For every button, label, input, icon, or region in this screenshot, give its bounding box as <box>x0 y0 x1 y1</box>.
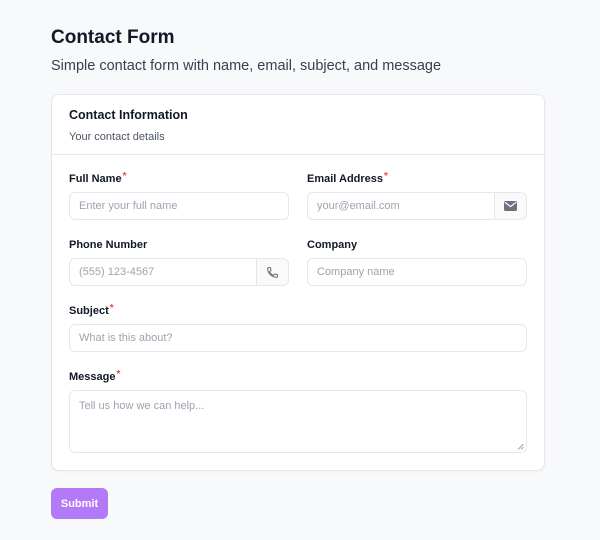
submit-button[interactable]: Submit <box>51 488 108 519</box>
required-marker: * <box>109 303 114 314</box>
phone-addon <box>256 259 288 285</box>
message-label: Message * <box>69 369 527 385</box>
company-field: Company Company name <box>307 239 527 287</box>
email-addon <box>494 193 526 219</box>
message-label-text: Message <box>69 371 116 383</box>
card-title: Contact Information <box>69 108 188 122</box>
required-marker: * <box>122 171 127 182</box>
mail-icon <box>504 201 517 211</box>
full-name-input[interactable]: Enter your full name <box>69 192 289 220</box>
company-label: Company <box>307 239 527 253</box>
phone-icon <box>267 266 278 278</box>
email-label: Email Address * <box>307 171 527 187</box>
subject-label-text: Subject <box>69 305 109 317</box>
full-name-label-text: Full Name <box>69 173 122 185</box>
subject-input[interactable]: What is this about? <box>69 324 527 352</box>
page-title: Contact Form <box>51 27 175 48</box>
phone-field: Phone Number (555) 123-4567 <box>69 239 289 287</box>
subject-label: Subject * <box>69 303 527 319</box>
message-field: Message * Tell us how we can help... <box>69 369 527 455</box>
full-name-placeholder: Enter your full name <box>79 200 178 212</box>
phone-input[interactable]: (555) 123-4567 <box>69 258 289 286</box>
phone-placeholder: (555) 123-4567 <box>79 266 155 278</box>
email-label-text: Email Address <box>307 173 384 185</box>
email-input[interactable]: your@email.com <box>307 192 527 220</box>
message-placeholder: Tell us how we can help... <box>79 400 205 412</box>
company-label-text: Company <box>307 239 358 251</box>
phone-label-text: Phone Number <box>69 239 148 251</box>
phone-label: Phone Number <box>69 239 289 253</box>
full-name-field: Full Name * Enter your full name <box>69 171 289 221</box>
required-marker: * <box>116 369 121 380</box>
full-name-label: Full Name * <box>69 171 289 187</box>
email-placeholder: your@email.com <box>317 200 400 212</box>
card-description: Your contact details <box>69 131 165 143</box>
required-marker: * <box>384 171 388 182</box>
message-textarea[interactable]: Tell us how we can help... <box>69 390 527 453</box>
card-header: Contact Information Your contact details <box>52 95 544 155</box>
company-placeholder: Company name <box>317 266 395 278</box>
subject-field: Subject * What is this about? <box>69 303 527 353</box>
subject-placeholder: What is this about? <box>79 332 173 344</box>
resize-handle-icon[interactable] <box>517 443 524 450</box>
contact-card: Contact Information Your contact details… <box>51 94 545 471</box>
company-input[interactable]: Company name <box>307 258 527 286</box>
email-field: Email Address * your@email.com <box>307 171 527 221</box>
page-subtitle: Simple contact form with name, email, su… <box>51 58 442 74</box>
